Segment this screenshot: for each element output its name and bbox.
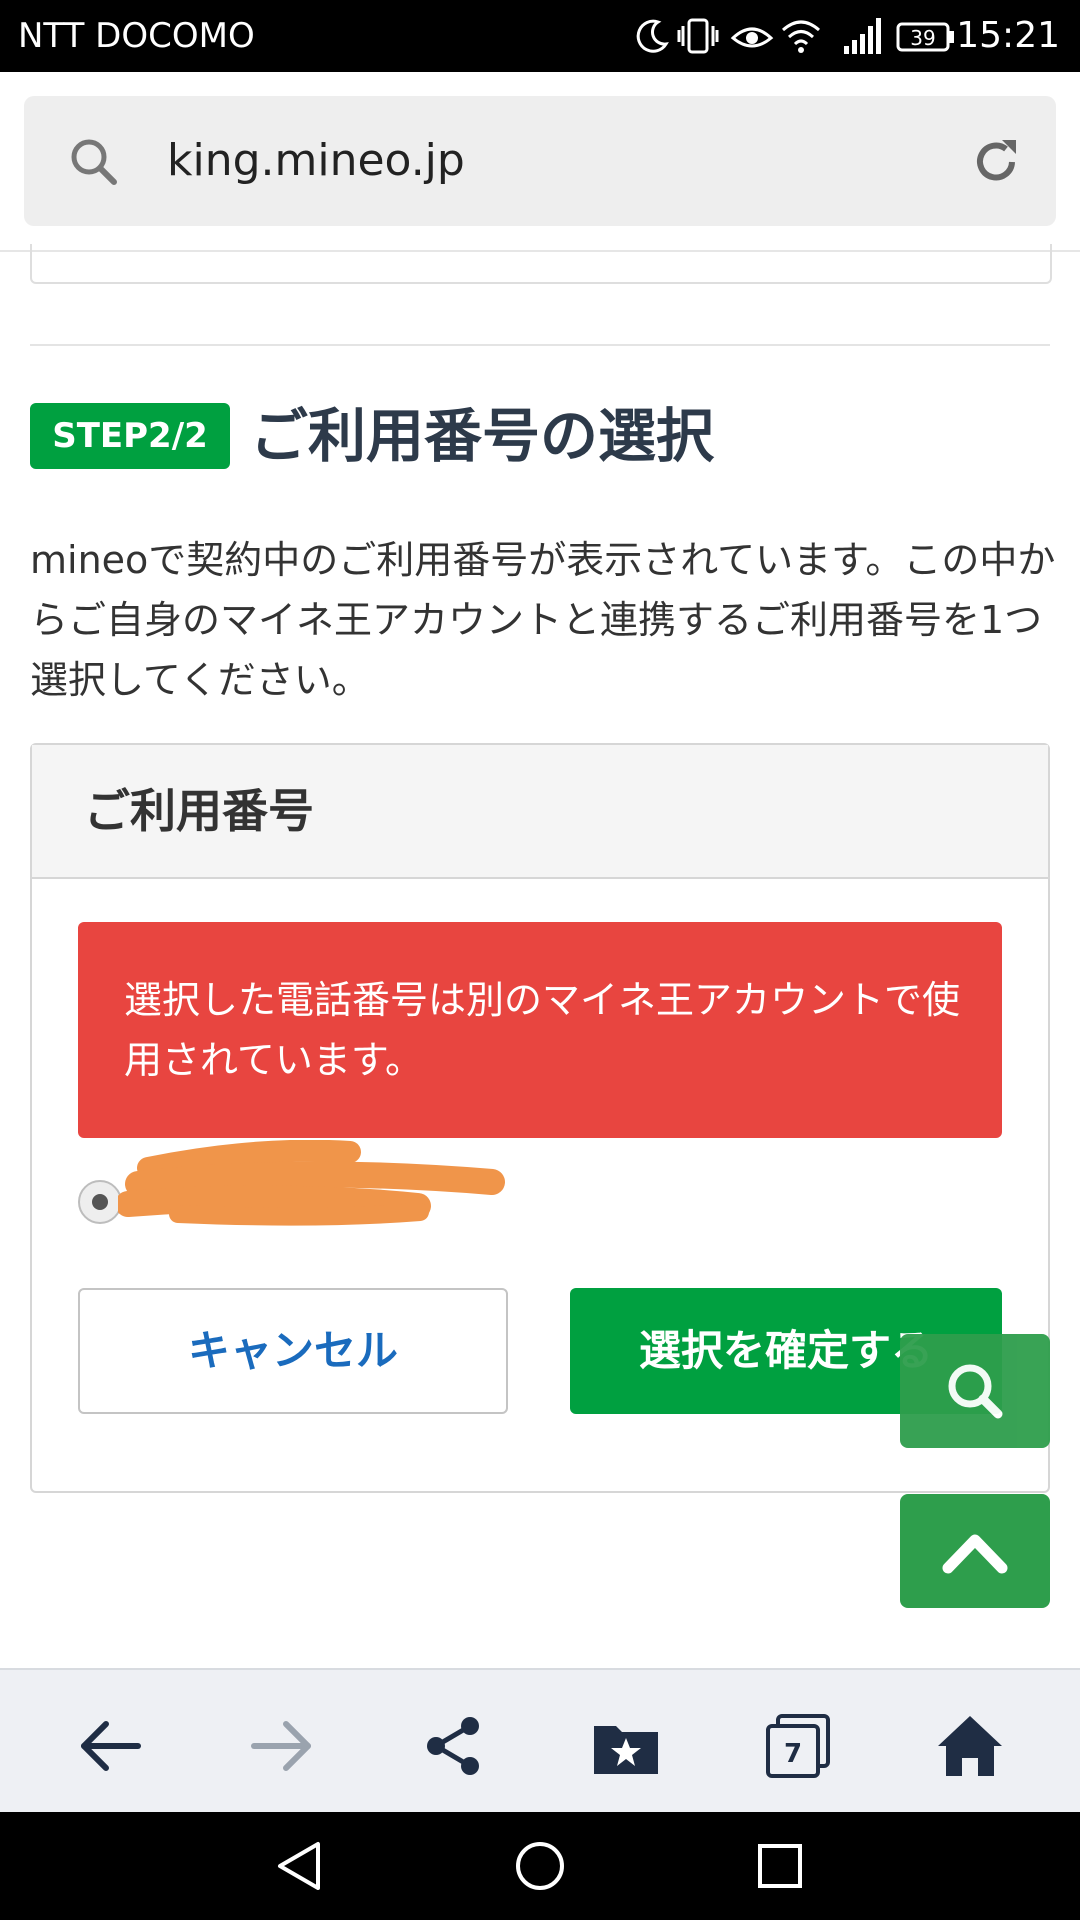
home-icon[interactable] [934, 1710, 1006, 1782]
phone-number-radio[interactable] [78, 1180, 122, 1224]
signal-icon [844, 18, 881, 54]
forward-arrow-icon[interactable] [246, 1710, 318, 1782]
eye-comfort-icon [730, 27, 774, 48]
reload-icon[interactable] [968, 134, 1024, 190]
floating-search-button[interactable] [900, 1334, 1050, 1448]
vibrate-icon [677, 18, 719, 54]
error-alert: 選択した電話番号は別のマイネ王アカウントで使用されています。 [78, 922, 1002, 1138]
bookmarks-folder-icon[interactable] [590, 1710, 662, 1782]
card-header: ご利用番号 [32, 745, 1048, 879]
description-text: mineoで契約中のご利用番号が表示されています。この中からご自身のマイネ王アカ… [30, 538, 1056, 702]
status-bar: NTT DOCOMO 39 15:21 [0, 0, 1080, 72]
back-arrow-icon[interactable] [74, 1710, 146, 1782]
divider [30, 344, 1050, 346]
battery-level: 39 [910, 26, 935, 50]
card-title: ご利用番号 [84, 784, 314, 838]
tab-count: 7 [784, 1739, 802, 1769]
previous-section-box [30, 244, 1052, 284]
system-nav-bar [0, 1812, 1080, 1920]
wifi-icon [782, 20, 820, 53]
tabs-icon[interactable]: 7 [762, 1710, 834, 1782]
radio-selected-dot [92, 1194, 108, 1210]
carrier-name: NTT DOCOMO [18, 16, 255, 56]
clock: 15:21 [956, 15, 1060, 56]
nav-back-icon[interactable] [274, 1840, 324, 1892]
url-field[interactable]: king.mineo.jp [24, 96, 1056, 226]
nav-home-icon[interactable] [514, 1840, 566, 1892]
error-message: 選択した電話番号は別のマイネ王アカウントで使用されています。 [124, 978, 961, 1082]
battery-icon: 39 [896, 22, 954, 52]
moon-icon [636, 19, 669, 53]
nav-recents-icon[interactable] [756, 1842, 804, 1890]
step-badge: STEP2/2 [30, 403, 230, 469]
browser-url-bar: king.mineo.jp [0, 72, 1080, 252]
scroll-to-top-button[interactable] [900, 1494, 1050, 1608]
redacted-phone-number [118, 1140, 505, 1226]
search-icon[interactable] [68, 136, 120, 188]
search-icon [948, 1364, 1003, 1419]
chevron-up-icon [942, 1534, 1008, 1574]
url-text[interactable]: king.mineo.jp [167, 132, 465, 190]
browser-toolbar: 7 [0, 1668, 1080, 1814]
cancel-button[interactable]: キャンセル [78, 1288, 508, 1414]
share-icon[interactable] [418, 1710, 490, 1782]
page-title: ご利用番号の選択 [250, 402, 715, 470]
